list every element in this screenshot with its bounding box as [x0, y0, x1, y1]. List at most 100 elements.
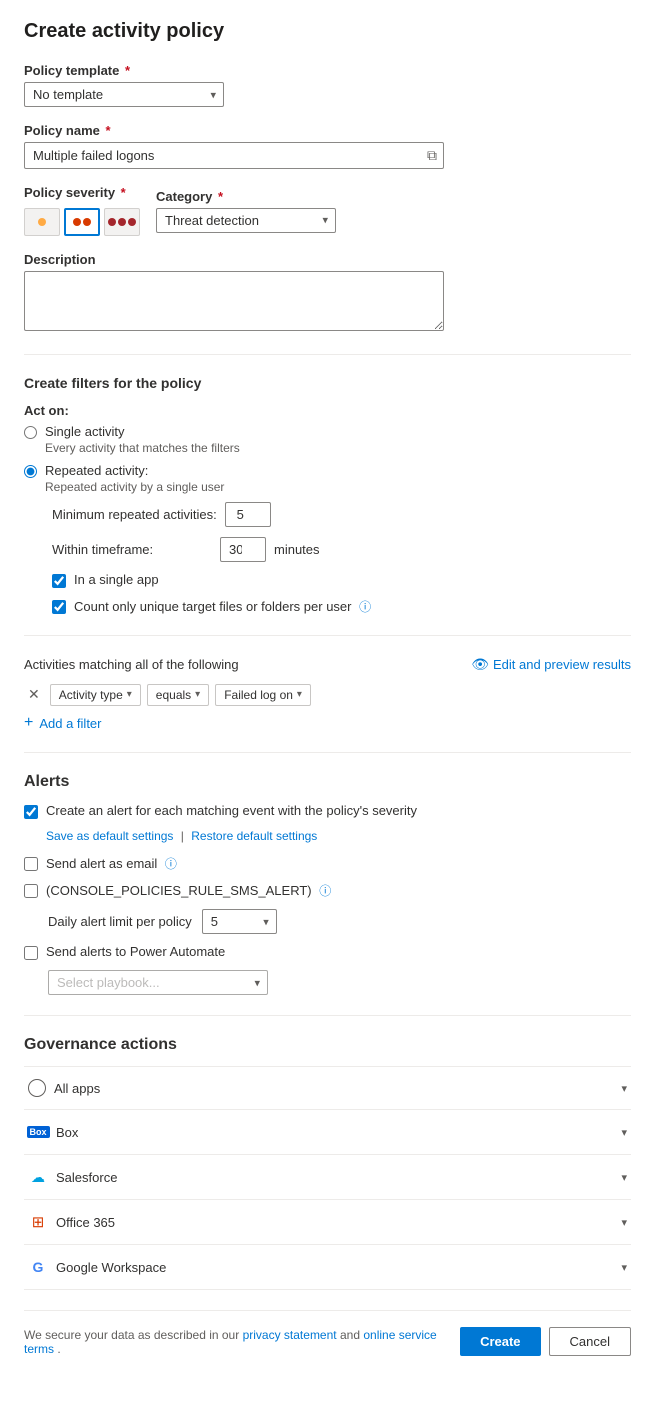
min-repeated-row: Minimum repeated activities:	[52, 502, 631, 527]
add-filter-btn[interactable]: + Add a filter	[24, 714, 631, 732]
playbook-wrap: Select playbook...	[48, 970, 631, 995]
send-email-checkbox[interactable]	[24, 857, 38, 871]
gov-item-box[interactable]: Box Box ▾	[24, 1110, 631, 1155]
activity-type-dropdown[interactable]: Activity type ▾	[50, 684, 141, 706]
sms-checkbox[interactable]	[24, 884, 38, 898]
salesforce-label: Salesforce	[56, 1170, 117, 1185]
unique-files-checkbox[interactable]	[52, 600, 66, 614]
restore-default-link[interactable]: Restore default settings	[191, 829, 317, 843]
main-alert-label[interactable]: Create an alert for each matching event …	[46, 803, 417, 818]
main-alert-row: Create an alert for each matching event …	[24, 803, 631, 819]
box-icon: Box	[28, 1122, 48, 1142]
office365-label: Office 365	[56, 1215, 115, 1230]
equals-dropdown[interactable]: equals ▾	[147, 684, 209, 706]
filters-heading: Create filters for the policy	[24, 375, 631, 391]
sms-label: (CONSOLE_POLICIES_RULE_SMS_ALERT) ⓘ	[46, 882, 331, 899]
equals-caret: ▾	[195, 689, 200, 700]
gov-item-google-workspace[interactable]: G Google Workspace ▾	[24, 1245, 631, 1290]
within-timeframe-row: Within timeframe: minutes	[52, 537, 631, 562]
power-automate-checkbox[interactable]	[24, 946, 38, 960]
repeated-activity-label[interactable]: Repeated activity:	[45, 463, 148, 478]
severity-low-btn[interactable]	[24, 208, 60, 236]
power-automate-row: Send alerts to Power Automate	[24, 944, 631, 960]
activities-filter-section: Activities matching all of the following…	[24, 656, 631, 732]
sms-row: (CONSOLE_POLICIES_RULE_SMS_ALERT) ⓘ	[24, 882, 631, 899]
high-dot2	[118, 218, 126, 226]
google-workspace-label: Google Workspace	[56, 1260, 166, 1275]
main-alert-checkbox[interactable]	[24, 805, 38, 819]
single-app-row: In a single app	[52, 572, 631, 588]
power-automate-label[interactable]: Send alerts to Power Automate	[46, 944, 225, 959]
office365-icon: ⊞	[28, 1212, 48, 1232]
edit-preview-btn[interactable]: 👁 Edit and preview results	[471, 656, 631, 673]
severity-buttons	[24, 208, 140, 236]
office365-caret: ▾	[621, 1216, 627, 1229]
policy-name-label: Policy name *	[24, 123, 631, 138]
single-app-checkbox[interactable]	[52, 574, 66, 588]
med-dot1	[73, 218, 81, 226]
google-workspace-icon: G	[28, 1257, 48, 1277]
single-activity-label[interactable]: Single activity	[45, 424, 124, 439]
sms-info-icon[interactable]: ⓘ	[319, 884, 331, 898]
alerts-section: Alerts Create an alert for each matching…	[24, 773, 631, 995]
filter-header: Activities matching all of the following…	[24, 656, 631, 673]
footer-text: We secure your data as described in our …	[24, 1328, 460, 1356]
send-email-row: Send alert as email ⓘ	[24, 855, 631, 872]
policy-name-input[interactable]: Multiple failed logons	[25, 143, 421, 168]
high-dot1	[108, 218, 116, 226]
failed-logon-dropdown[interactable]: Failed log on ▾	[215, 684, 311, 706]
privacy-link[interactable]: privacy statement	[243, 1328, 337, 1342]
severity-high-btn[interactable]	[104, 208, 140, 236]
description-input[interactable]	[24, 271, 444, 331]
copy-icon[interactable]: ⧉	[421, 143, 443, 168]
category-label: Category *	[156, 189, 336, 204]
daily-limit-select[interactable]: 5 10 20 50 100	[202, 909, 277, 934]
single-app-label[interactable]: In a single app	[74, 572, 159, 587]
box-label: Box	[56, 1125, 78, 1140]
google-workspace-caret: ▾	[621, 1261, 627, 1274]
category-select[interactable]: Threat detection Data exfiltration Compl…	[156, 208, 336, 233]
salesforce-icon: ☁	[28, 1167, 48, 1187]
daily-limit-label: Daily alert limit per policy	[48, 914, 192, 929]
divider-2	[24, 635, 631, 636]
policy-template-select[interactable]: No template Template 1 Template 2	[24, 82, 224, 107]
all-apps-caret: ▾	[621, 1082, 627, 1095]
create-button[interactable]: Create	[460, 1327, 540, 1356]
box-caret: ▾	[621, 1126, 627, 1139]
divider-4	[24, 1015, 631, 1016]
alerts-heading: Alerts	[24, 773, 631, 791]
divider-1	[24, 354, 631, 355]
gov-item-office365[interactable]: ⊞ Office 365 ▾	[24, 1200, 631, 1245]
link-separator: |	[181, 829, 184, 843]
daily-limit-row: Daily alert limit per policy 5 10 20 50 …	[48, 909, 631, 934]
footer-buttons: Create Cancel	[460, 1327, 631, 1356]
unique-files-info-icon[interactable]: ⓘ	[359, 600, 371, 614]
gov-item-salesforce[interactable]: ☁ Salesforce ▾	[24, 1155, 631, 1200]
salesforce-caret: ▾	[621, 1171, 627, 1184]
high-dot3	[128, 218, 136, 226]
min-repeated-label: Minimum repeated activities:	[52, 507, 217, 522]
gov-item-all-apps[interactable]: All apps ▾	[24, 1067, 631, 1110]
filter-close-btn[interactable]: ✕	[24, 683, 44, 706]
activities-matching-label: Activities matching all of the following	[24, 657, 239, 672]
send-email-label: Send alert as email ⓘ	[46, 855, 177, 872]
cancel-button[interactable]: Cancel	[549, 1327, 631, 1356]
repeated-activity-radio[interactable]	[24, 465, 37, 478]
timeframe-input[interactable]	[220, 537, 266, 562]
alert-links: Save as default settings | Restore defau…	[46, 829, 631, 843]
playbook-select[interactable]: Select playbook...	[48, 970, 268, 995]
email-info-icon[interactable]: ⓘ	[165, 857, 177, 871]
min-repeated-input[interactable]	[225, 502, 271, 527]
plus-icon: +	[24, 714, 33, 732]
repeated-activity-radio-wrap: Repeated activity: Repeated activity by …	[24, 463, 631, 494]
footer: We secure your data as described in our …	[24, 1310, 631, 1356]
single-activity-radio[interactable]	[24, 426, 37, 439]
value-caret: ▾	[297, 689, 302, 700]
single-activity-radio-wrap: Single activity Every activity that matc…	[24, 424, 631, 455]
governance-heading: Governance actions	[24, 1036, 631, 1054]
act-on-label: Act on:	[24, 403, 631, 418]
all-apps-label: All apps	[54, 1081, 100, 1096]
med-dot2	[83, 218, 91, 226]
save-default-link[interactable]: Save as default settings	[46, 829, 173, 843]
severity-medium-btn[interactable]	[64, 208, 100, 236]
